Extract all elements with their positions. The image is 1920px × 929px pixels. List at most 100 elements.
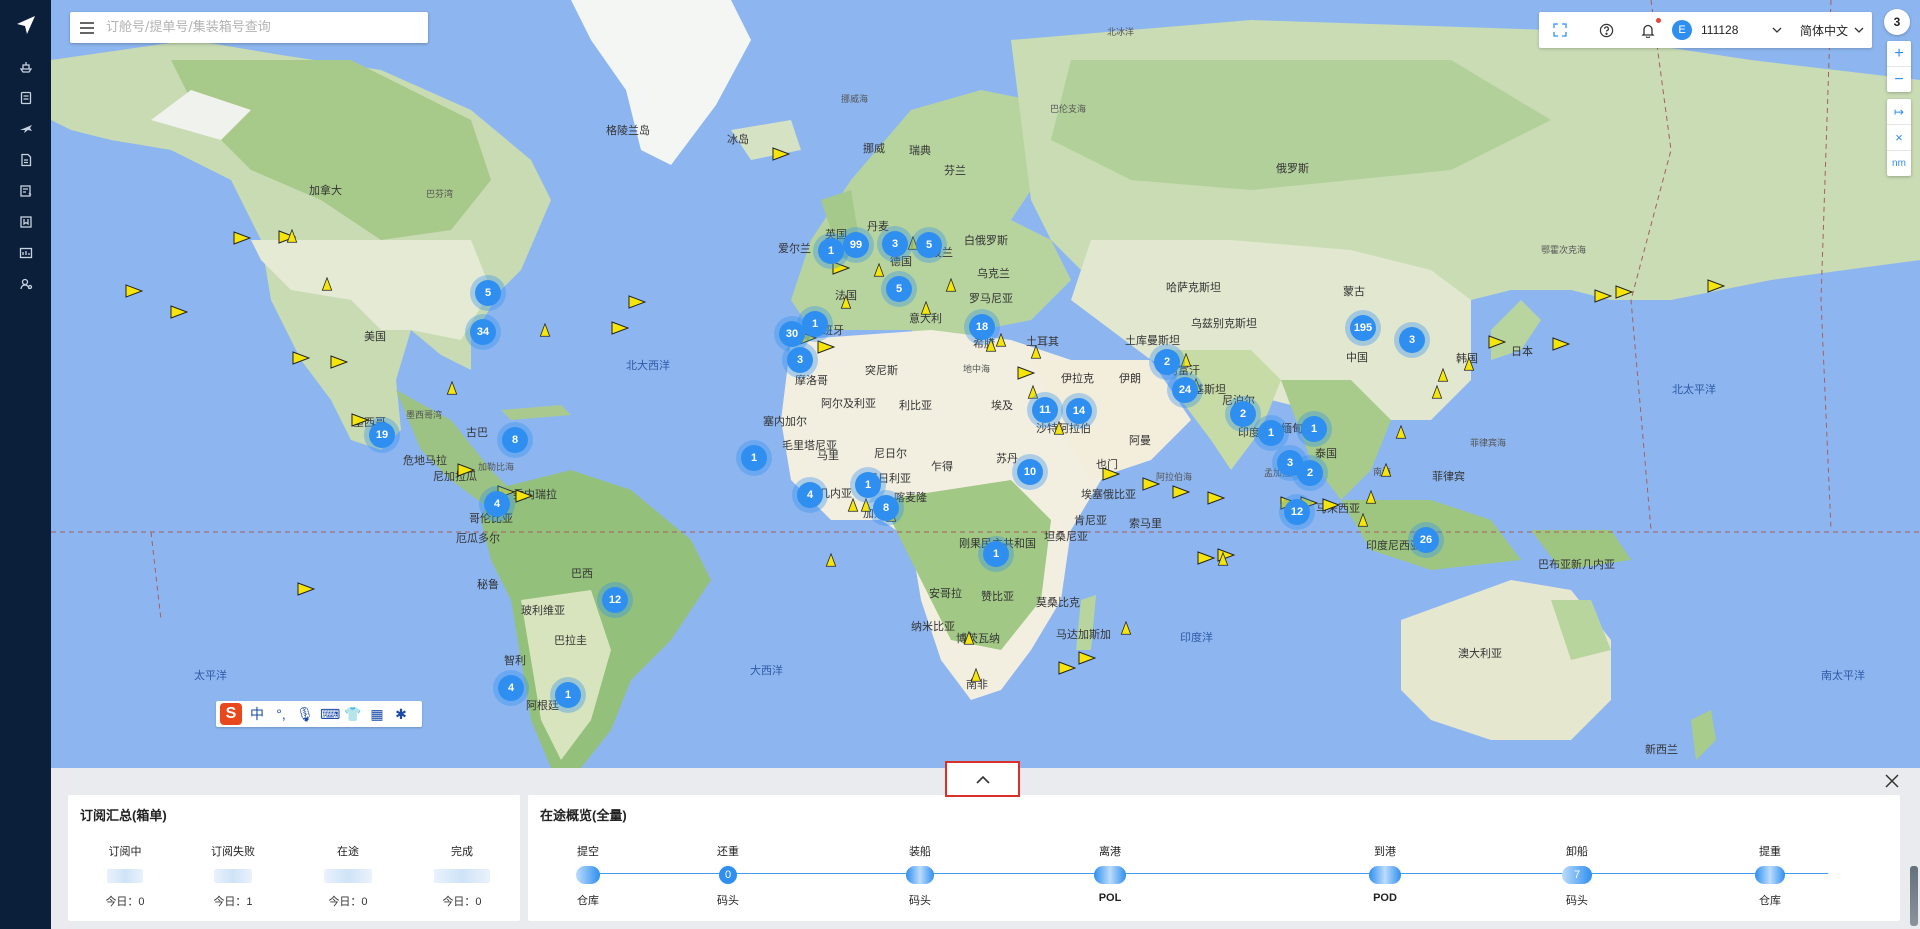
vessel-marker-icon[interactable] bbox=[351, 413, 369, 427]
vessel-cluster[interactable]: 10 bbox=[1017, 459, 1043, 485]
vessel-marker-icon[interactable] bbox=[292, 351, 310, 365]
fullscreen-icon[interactable] bbox=[1553, 12, 1567, 48]
vessel-cluster[interactable]: 12 bbox=[602, 587, 628, 613]
vessel-cluster[interactable]: 14 bbox=[1066, 398, 1092, 424]
vessel-cluster[interactable]: 11 bbox=[1032, 397, 1058, 423]
vessel-marker-icon[interactable] bbox=[536, 323, 554, 337]
ship-icon[interactable] bbox=[14, 55, 38, 79]
vessel-marker-icon[interactable] bbox=[1615, 285, 1633, 299]
vessel-cluster[interactable]: 1 bbox=[818, 238, 844, 264]
vessel-marker-icon[interactable] bbox=[822, 553, 840, 567]
vessel-marker-icon[interactable] bbox=[1172, 485, 1190, 499]
vessel-marker-icon[interactable] bbox=[992, 333, 1010, 347]
vessel-marker-icon[interactable] bbox=[515, 489, 533, 503]
vessel-cluster[interactable]: 12 bbox=[1284, 499, 1310, 525]
vessel-marker-icon[interactable] bbox=[967, 668, 985, 682]
vessel-cluster[interactable]: 3 bbox=[882, 231, 908, 257]
vessel-marker-icon[interactable] bbox=[1392, 425, 1410, 439]
vessel-marker-icon[interactable] bbox=[233, 231, 251, 245]
vessel-cluster[interactable]: 1 bbox=[855, 472, 881, 498]
vessel-cluster[interactable]: 18 bbox=[969, 314, 995, 340]
vessel-cluster[interactable]: 34 bbox=[470, 319, 496, 345]
measure-distance-button[interactable]: ↦ bbox=[1887, 99, 1911, 125]
vessel-cluster[interactable]: 2 bbox=[1297, 460, 1323, 486]
vessel-marker-icon[interactable] bbox=[1362, 490, 1380, 504]
clear-measure-button[interactable]: × bbox=[1887, 125, 1911, 151]
stage-loading[interactable]: 装船 码头 bbox=[880, 843, 960, 908]
vessel-cluster[interactable]: 3 bbox=[1399, 327, 1425, 353]
stage-empty-pickup[interactable]: 提空 仓库 bbox=[548, 843, 628, 908]
stat-in-transit[interactable]: 在途 今日：0 bbox=[308, 843, 388, 909]
microphone-icon[interactable]: 🎙 bbox=[296, 706, 314, 723]
search-input[interactable] bbox=[104, 12, 408, 43]
vessel-cluster[interactable]: 4 bbox=[498, 675, 524, 701]
plane-icon[interactable] bbox=[14, 117, 38, 141]
vessel-marker-icon[interactable] bbox=[837, 295, 855, 309]
vessel-cluster[interactable]: 5 bbox=[916, 232, 942, 258]
vessel-marker-icon[interactable] bbox=[1214, 552, 1232, 566]
vessel-marker-icon[interactable] bbox=[1117, 621, 1135, 635]
counter-badge[interactable]: 3 bbox=[1884, 9, 1910, 35]
vessel-cluster[interactable]: 195 bbox=[1350, 315, 1376, 341]
vessel-cluster[interactable]: 1 bbox=[1301, 416, 1327, 442]
vessel-marker-icon[interactable] bbox=[1058, 661, 1076, 675]
ime-lang-toggle[interactable]: 中 bbox=[248, 704, 266, 724]
vessel-marker-icon[interactable] bbox=[1488, 335, 1506, 349]
ime-punct-toggle[interactable]: °, bbox=[272, 706, 290, 722]
vessel-marker-icon[interactable] bbox=[942, 278, 960, 292]
vessel-marker-icon[interactable] bbox=[457, 463, 475, 477]
vessel-marker-icon[interactable] bbox=[283, 229, 301, 243]
vessel-marker-icon[interactable] bbox=[1027, 345, 1045, 359]
help-icon[interactable] bbox=[1599, 12, 1614, 48]
vessel-marker-icon[interactable] bbox=[917, 301, 935, 315]
vessel-cluster[interactable]: 8 bbox=[873, 495, 899, 521]
stage-arrival[interactable]: 到港 POD bbox=[1345, 843, 1425, 904]
unit-toggle-button[interactable]: nm bbox=[1887, 151, 1911, 176]
vessel-marker-icon[interactable] bbox=[1354, 513, 1372, 527]
vessel-marker-icon[interactable] bbox=[628, 295, 646, 309]
vessel-cluster[interactable]: 8 bbox=[502, 427, 528, 453]
apps-icon[interactable]: ▦ bbox=[368, 706, 386, 723]
vessel-cluster[interactable]: 99 bbox=[843, 232, 869, 258]
document-icon[interactable] bbox=[14, 86, 38, 110]
panel-collapse-toggle[interactable] bbox=[945, 761, 1020, 797]
vessel-marker-icon[interactable] bbox=[443, 381, 461, 395]
vessel-marker-icon[interactable] bbox=[1017, 366, 1035, 380]
vessel-marker-icon[interactable] bbox=[611, 321, 629, 335]
vessel-marker-icon[interactable] bbox=[960, 631, 978, 645]
stage-return-full[interactable]: 还重 0 码头 bbox=[688, 843, 768, 908]
vessel-cluster[interactable]: 24 bbox=[1172, 377, 1198, 403]
vessel-cluster[interactable]: 5 bbox=[886, 276, 912, 302]
vessel-marker-icon[interactable] bbox=[125, 284, 143, 298]
zoom-out-button[interactable]: − bbox=[1887, 67, 1911, 92]
stat-completed[interactable]: 完成 今日：0 bbox=[422, 843, 502, 909]
vessel-marker-icon[interactable] bbox=[1142, 477, 1160, 491]
keyboard-icon[interactable]: ⌨ bbox=[320, 706, 340, 723]
stage-departure[interactable]: 离港 POL bbox=[1070, 843, 1150, 904]
vessel-marker-icon[interactable] bbox=[1102, 467, 1120, 481]
vessel-marker-icon[interactable] bbox=[330, 355, 348, 369]
stat-subscribing[interactable]: 订阅中 今日：0 bbox=[85, 843, 165, 909]
edit-list-icon[interactable] bbox=[14, 179, 38, 203]
vessel-marker-icon[interactable] bbox=[297, 582, 315, 596]
stat-failed[interactable]: 订阅失败 今日：1 bbox=[193, 843, 273, 909]
vessel-cluster[interactable]: 26 bbox=[1413, 527, 1439, 553]
vessel-cluster[interactable]: 1 bbox=[983, 541, 1009, 567]
vessel-marker-icon[interactable] bbox=[1322, 498, 1340, 512]
vessel-cluster[interactable]: 3 bbox=[787, 347, 813, 373]
file-icon[interactable] bbox=[14, 148, 38, 172]
stage-discharge[interactable]: 卸船 7 码头 bbox=[1537, 843, 1617, 908]
chevron-down-icon[interactable] bbox=[1772, 12, 1782, 48]
vessel-marker-icon[interactable] bbox=[1434, 368, 1452, 382]
bookmark-icon[interactable] bbox=[14, 210, 38, 234]
vessel-marker-icon[interactable] bbox=[1594, 289, 1612, 303]
vessel-cluster[interactable]: 4 bbox=[797, 482, 823, 508]
vessel-marker-icon[interactable] bbox=[1428, 385, 1446, 399]
vessel-cluster[interactable]: 5 bbox=[475, 280, 501, 306]
gear-icon[interactable]: ✱ bbox=[392, 706, 410, 723]
vessel-marker-icon[interactable] bbox=[1197, 551, 1215, 565]
vessel-marker-icon[interactable] bbox=[1050, 421, 1068, 435]
dashboard-icon[interactable] bbox=[14, 241, 38, 265]
vessel-cluster[interactable]: 30 bbox=[779, 321, 805, 347]
world-map[interactable]: 格陵兰岛 加拿大 美国 墨西哥 古巴 危地马拉 尼加拉瓜 委内瑞拉 哥伦比亚 厄… bbox=[51, 0, 1920, 768]
